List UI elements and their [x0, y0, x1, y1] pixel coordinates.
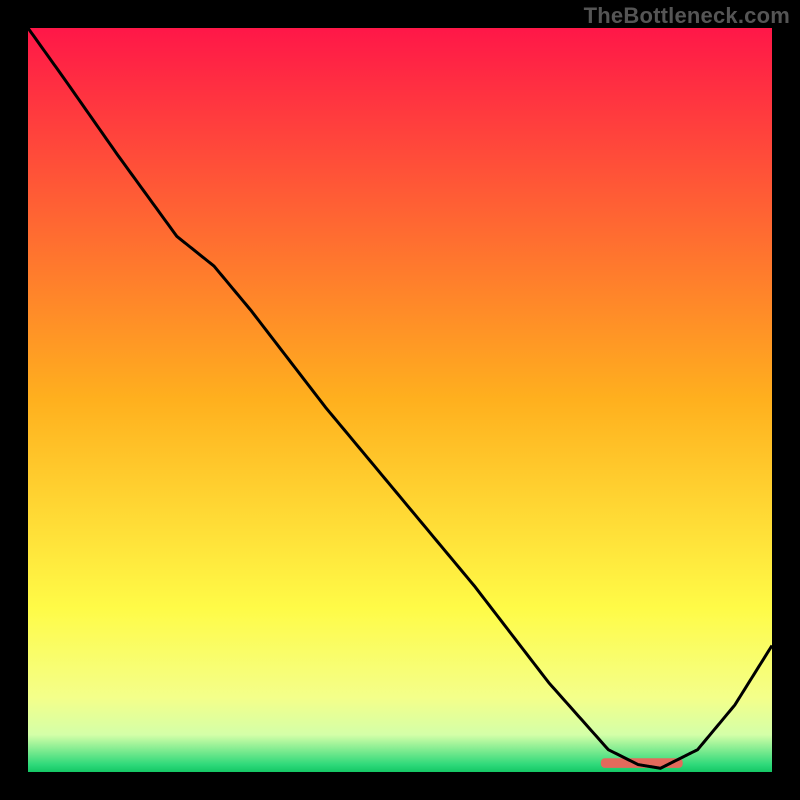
- chart-svg: [28, 28, 772, 772]
- plot-area: [28, 28, 772, 772]
- chart-frame: TheBottleneck.com: [0, 0, 800, 800]
- gradient-background: [28, 28, 772, 772]
- watermark-text: TheBottleneck.com: [584, 3, 790, 29]
